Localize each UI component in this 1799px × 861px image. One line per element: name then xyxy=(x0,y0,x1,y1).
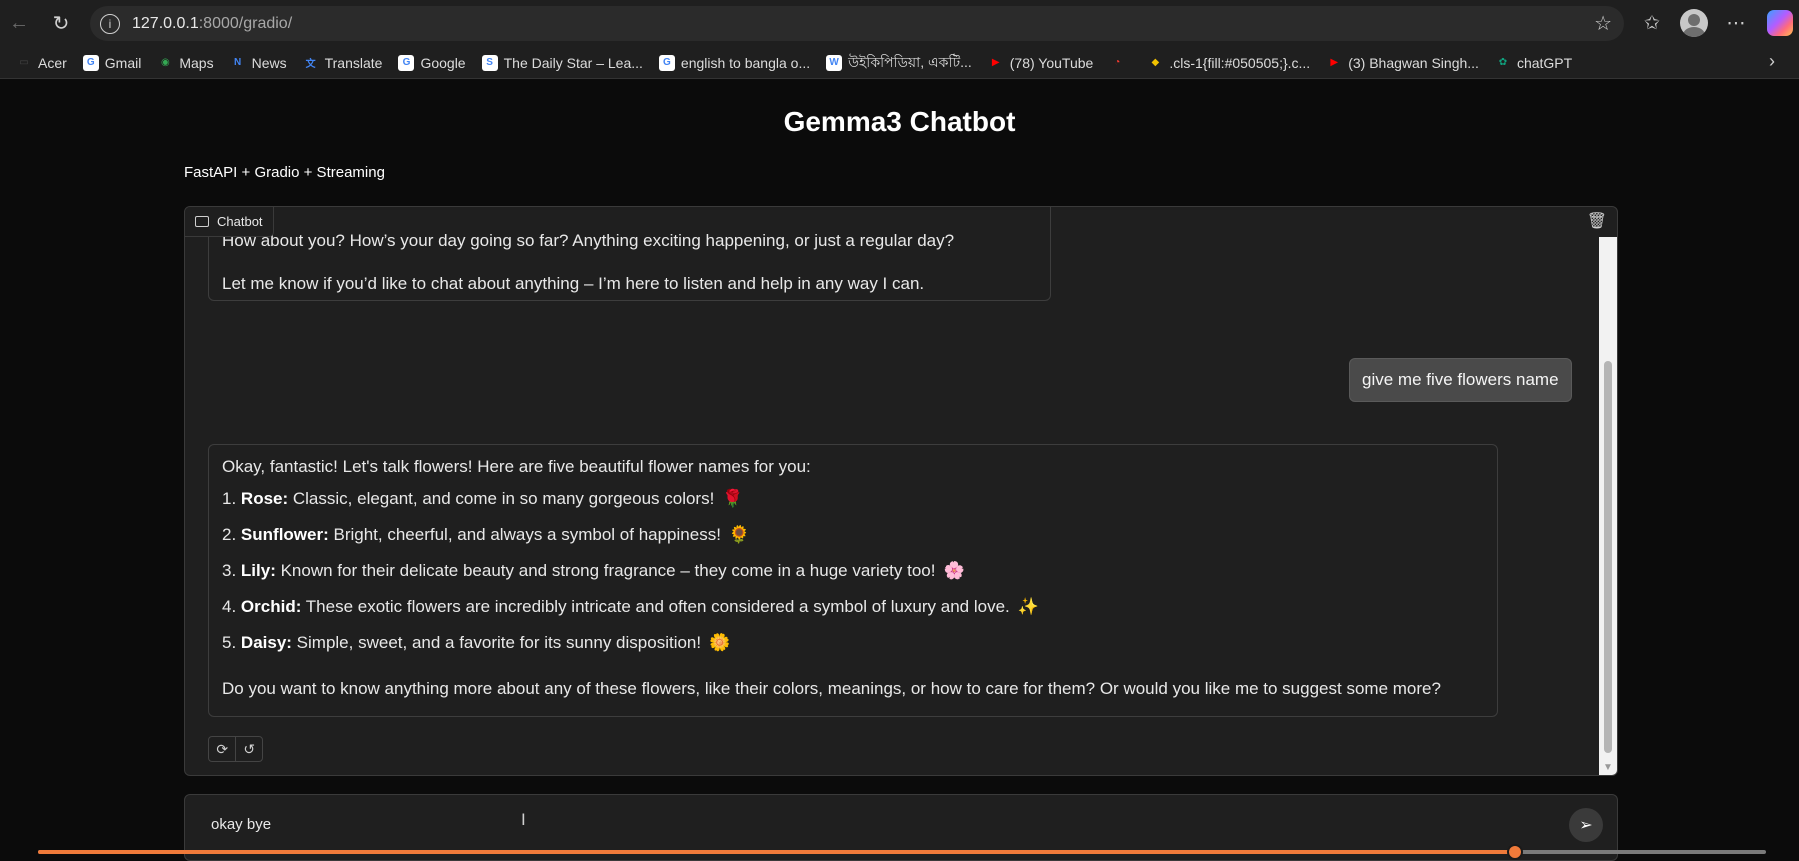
bookmark-item[interactable]: ✿ chatGPT xyxy=(1487,50,1580,76)
send-button[interactable]: ➢ xyxy=(1569,808,1603,842)
bookmark-item[interactable]: 文 Translate xyxy=(295,50,391,76)
bookmark-item[interactable]: N News xyxy=(222,50,295,76)
send-icon: ➢ xyxy=(1579,817,1593,834)
info-icon[interactable]: i xyxy=(100,13,120,34)
wikipedia-icon: W xyxy=(826,54,843,71)
chat-bubble-icon xyxy=(195,216,209,227)
more-menu-icon[interactable]: ⋯ xyxy=(1721,8,1751,38)
youtube-icon: ▶ xyxy=(1330,57,1339,68)
scrollbar-thumb[interactable] xyxy=(1604,361,1612,753)
emoji-icon: 🌻 xyxy=(728,525,751,544)
emoji-icon: 🌸 xyxy=(943,561,965,580)
maps-icon: ◉ xyxy=(160,57,170,68)
favorites-icon[interactable]: ✩ xyxy=(1637,8,1667,38)
scroll-down-arrow-icon[interactable]: ▼ xyxy=(1603,762,1613,773)
chatgpt-icon: ✿ xyxy=(1498,57,1508,68)
chatbot-label: Chatbot xyxy=(185,207,274,237)
clear-chat-icon[interactable]: 🗑 xyxy=(1587,211,1607,231)
profile-button[interactable] xyxy=(1679,8,1709,38)
message-actions: ⟳ ↺ xyxy=(208,736,263,762)
chatbot-panel: Chatbot 🗑 How about you? How’s your day … xyxy=(184,206,1618,776)
page-title: Gemma3 Chatbot xyxy=(783,106,1016,137)
bookmark-item[interactable]: ◆ .cls-1{fill:#050505;}.c... xyxy=(1139,50,1318,76)
flower-list-item: 4. Orchid: These exotic flowers are incr… xyxy=(222,597,1039,616)
undo-icon[interactable]: ↺ xyxy=(235,737,262,761)
bookmark-item[interactable]: G Google xyxy=(390,50,473,76)
bot-message: How about you? How’s your day going so f… xyxy=(208,207,1051,301)
google-icon: G xyxy=(82,54,99,71)
daily-star-icon: S xyxy=(481,54,498,71)
address-bar[interactable]: i 127.0.0.1:8000/gradio/ ☆ xyxy=(90,6,1624,41)
video-progress-bar[interactable] xyxy=(38,844,1766,860)
emoji-icon: 🌹 xyxy=(722,489,744,508)
google-icon: G xyxy=(398,54,415,71)
avatar xyxy=(1680,9,1708,37)
hat-icon: ◆ xyxy=(1151,57,1160,68)
text-cursor-icon: I xyxy=(521,810,526,829)
bookmark-item[interactable]: W উইকিপিডিয়া, একটি... xyxy=(818,50,980,76)
emoji-icon: 🌼 xyxy=(709,633,731,652)
flower-list-item: 1. Rose: Classic, elegant, and come in s… xyxy=(222,489,744,508)
message-input[interactable]: okay bye xyxy=(211,816,271,833)
bookmark-item[interactable]: G Gmail xyxy=(75,50,150,76)
bot-message-line: Let me know if you’d like to chat about … xyxy=(222,274,925,293)
bot-message-outro: Do you want to know anything more about … xyxy=(222,679,1441,698)
copilot-icon[interactable] xyxy=(1765,8,1795,38)
bookmark-item[interactable]: ▭ Acer xyxy=(8,50,75,76)
bookmark-item[interactable]: ◉ Maps xyxy=(149,50,221,76)
bookmark-item[interactable]: S The Daily Star – Lea... xyxy=(474,50,651,76)
google-icon: G xyxy=(658,54,675,71)
page-subtitle: FastAPI + Gradio + Streaming xyxy=(184,164,385,181)
bookmark-item[interactable]: Genglish to bangla o... xyxy=(651,50,818,76)
bookmarks-bar: ▭ Acer G Gmail ◉ Maps N News 文 Translate G Google S T… xyxy=(0,47,1799,79)
folder-icon: ▭ xyxy=(19,57,29,68)
url-text: 127.0.0.1:8000/gradio/ xyxy=(132,14,293,32)
flower-list-item: 2. Sunflower: Bright, cheerful, and alwa… xyxy=(222,525,751,544)
youtube-icon: ▶ xyxy=(991,57,1000,68)
user-message: give me five flowers name xyxy=(1349,358,1572,402)
bot-message-line: How about you? How’s your day going so f… xyxy=(222,231,955,250)
progress-fill xyxy=(38,850,1516,854)
bookmark-item[interactable]: ▶ (3) Bhagwan Singh... xyxy=(1318,50,1487,76)
bookmark-star-icon[interactable]: ☆ xyxy=(1594,11,1612,36)
retry-icon[interactable]: ⟳ xyxy=(209,737,235,761)
flower-list-item: 3. Lily: Known for their delicate beauty… xyxy=(222,561,965,580)
chat-scrollbar[interactable]: ▼ xyxy=(1599,237,1617,775)
bookmark-item[interactable]: ▶ (78) YouTube xyxy=(980,50,1102,76)
back-arrow-icon[interactable]: ← xyxy=(4,8,34,38)
red-swirl-icon: ◔ xyxy=(1114,57,1121,68)
more-bookmarks-chevron-icon[interactable]: › xyxy=(1769,51,1775,72)
bot-message-intro: Okay, fantastic! Let's talk flowers! Her… xyxy=(222,457,811,476)
news-icon: N xyxy=(233,57,242,68)
emoji-icon: ✨ xyxy=(1017,597,1039,616)
gradio-page: Gemma3 Chatbot FastAPI + Gradio + Stream… xyxy=(0,80,1799,861)
translate-icon: 文 xyxy=(305,59,316,70)
flower-list-item: 5. Daisy: Simple, sweet, and a favorite … xyxy=(222,633,731,652)
browser-toolbar: ← ↻ i 127.0.0.1:8000/gradio/ ☆ ✩ ⋯ xyxy=(0,0,1799,47)
bookmark-item[interactable]: ◔ xyxy=(1101,50,1139,76)
reload-icon[interactable]: ↻ xyxy=(46,8,76,38)
bot-message: Okay, fantastic! Let's talk flowers! Her… xyxy=(208,444,1498,717)
